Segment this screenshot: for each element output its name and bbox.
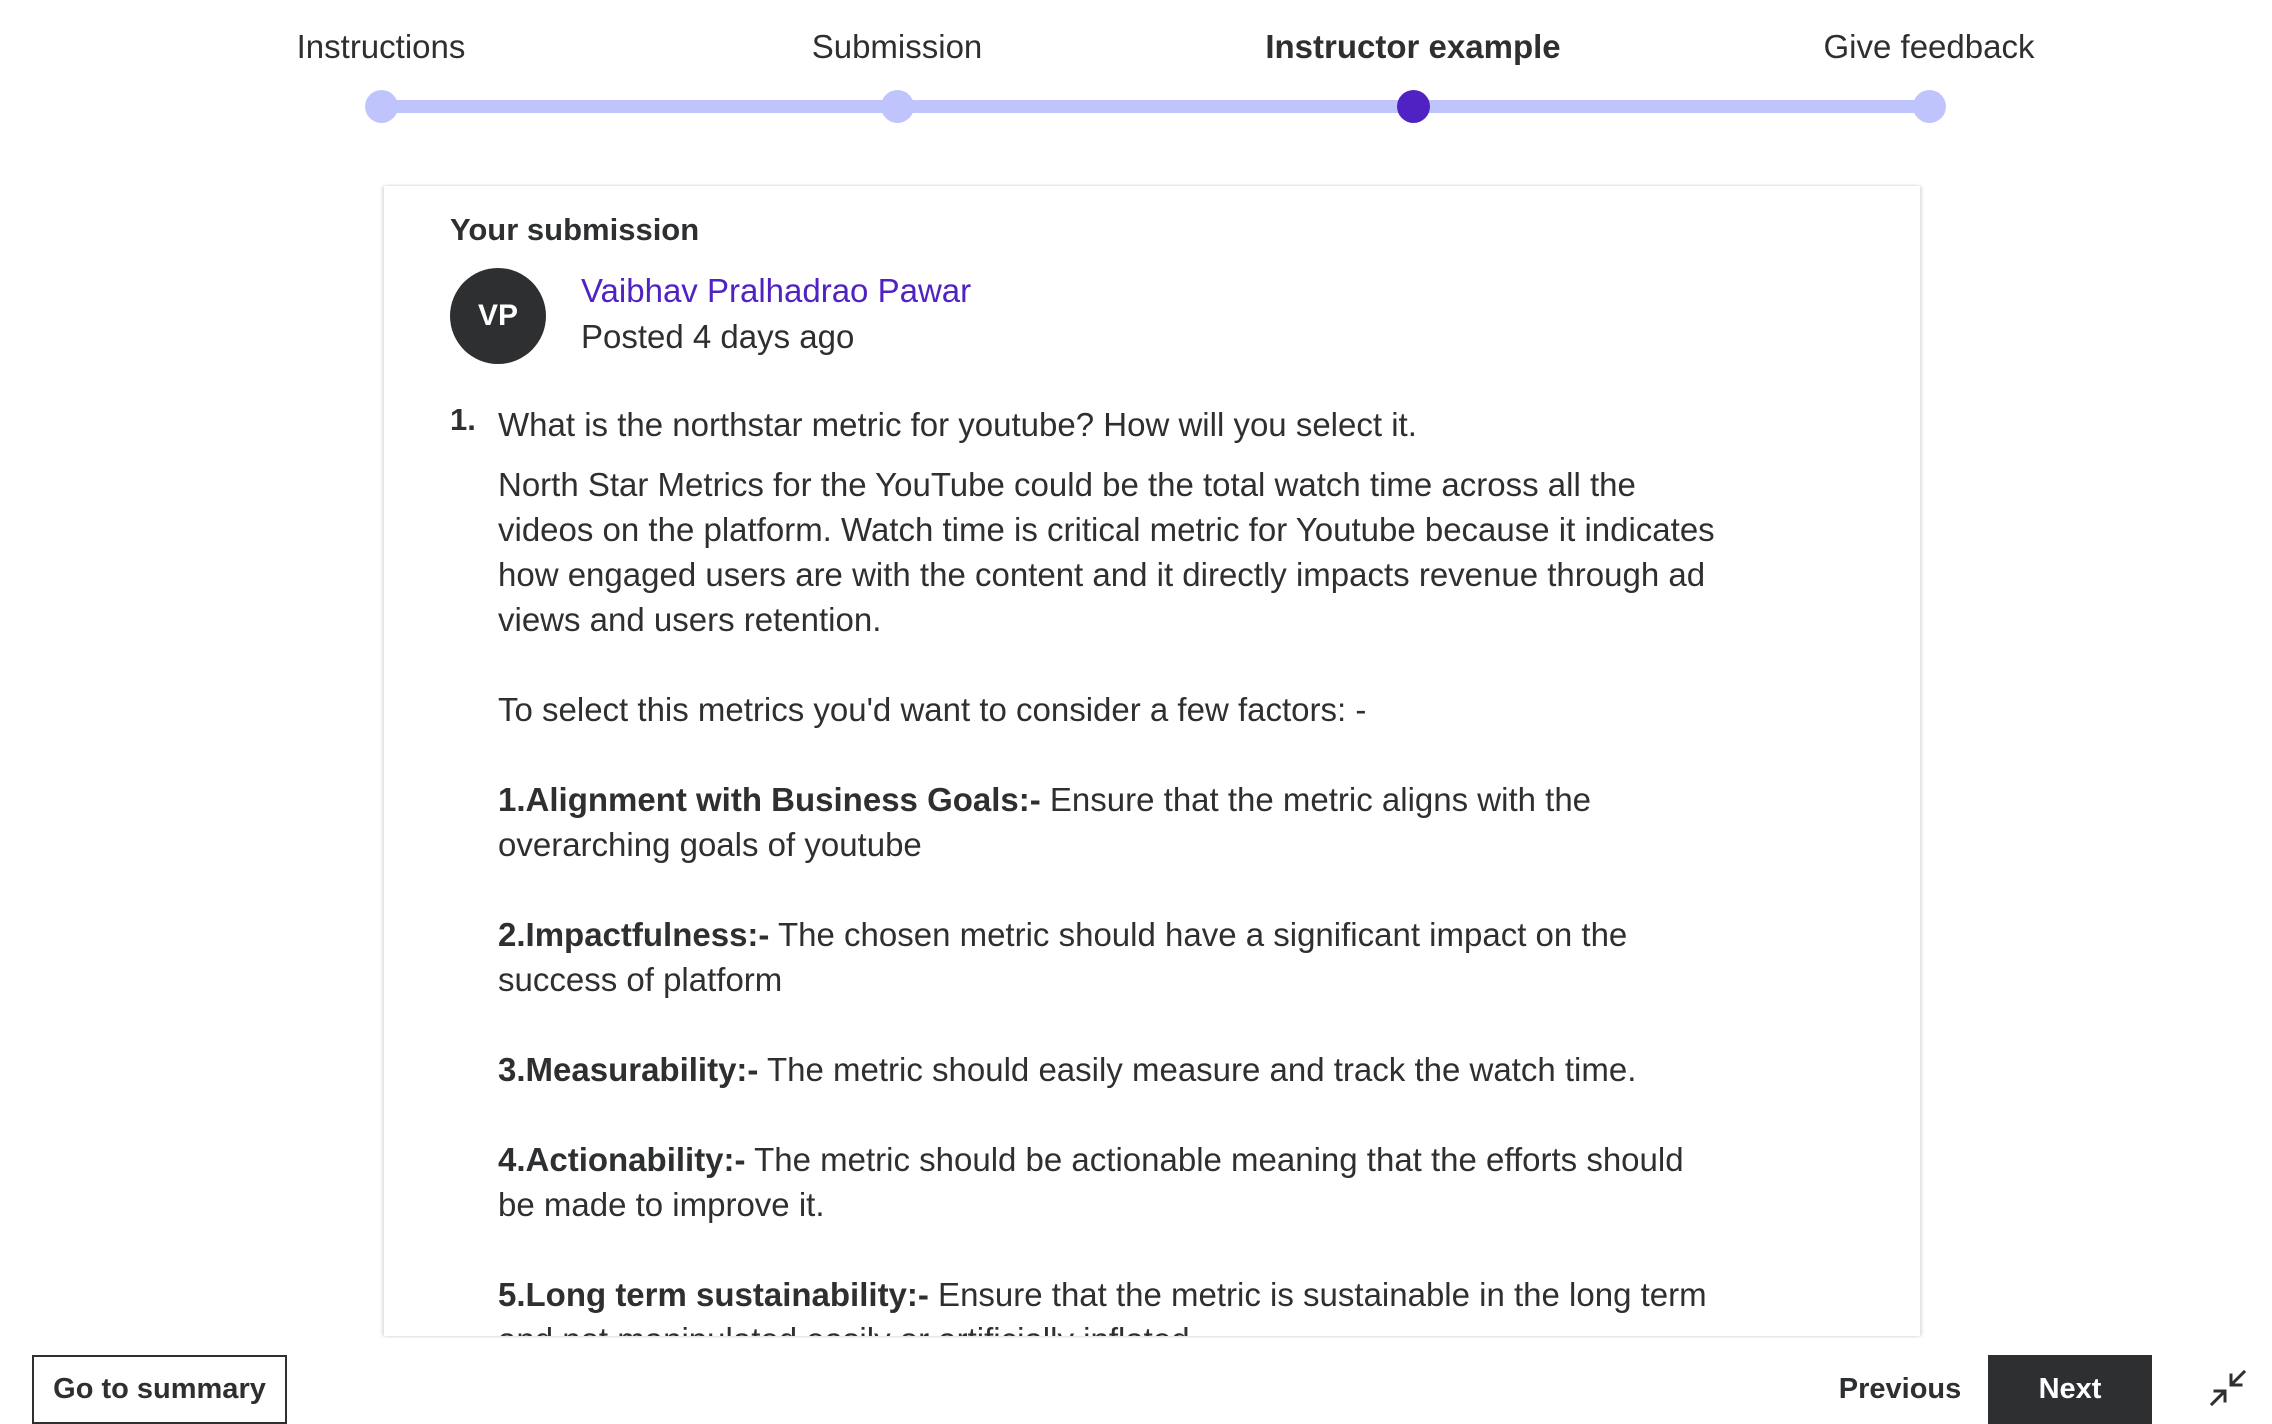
factor-title: 4.Actionability:- <box>498 1141 746 1178</box>
stepper-track <box>378 100 1920 113</box>
go-to-summary-button[interactable]: Go to summary <box>32 1355 287 1424</box>
collapse-arrows-icon <box>2209 1369 2247 1407</box>
collapse-button[interactable] <box>2204 1364 2252 1412</box>
avatar: VP <box>450 268 546 364</box>
answer-body: North Star Metrics for the YouTube could… <box>498 462 1718 1336</box>
factor-item: 3.Measurability:- The metric should easi… <box>498 1047 1718 1092</box>
submission-content: Your submission VP Vaibhav Pralhadrao Pa… <box>450 212 1715 1336</box>
factor-title: 3.Measurability:- <box>498 1051 759 1088</box>
peer-review-page: Instructions Submission Instructor examp… <box>0 0 2272 1424</box>
author-name-link[interactable]: Vaibhav Pralhadrao Pawar <box>581 272 971 310</box>
answer-intro: North Star Metrics for the YouTube could… <box>498 466 1715 638</box>
question-item: 1. What is the northstar metric for yout… <box>450 402 1710 447</box>
factor-item: 4.Actionability:- The metric should be a… <box>498 1137 1718 1227</box>
step-instructions-label[interactable]: Instructions <box>171 28 591 66</box>
section-title: Your submission <box>450 212 700 247</box>
author-block: VP Vaibhav Pralhadrao Pawar Posted 4 day… <box>450 268 1710 366</box>
step-instructor-example-label[interactable]: Instructor example <box>1203 28 1623 66</box>
next-button[interactable]: Next <box>1988 1355 2152 1424</box>
submission-card: Your submission VP Vaibhav Pralhadrao Pa… <box>384 186 1920 1336</box>
factor-item: 1.Alignment with Business Goals:- Ensure… <box>498 777 1718 867</box>
step-give-feedback-dot[interactable] <box>1913 90 1946 123</box>
question-text: What is the northstar metric for youtube… <box>498 406 1417 443</box>
factor-title: 1.Alignment with Business Goals:- <box>498 781 1041 818</box>
step-instructions-dot[interactable] <box>365 90 398 123</box>
answer-factors-intro: To select this metrics you'd want to con… <box>498 691 1367 728</box>
factor-text: The metric should easily measure and tra… <box>758 1051 1637 1088</box>
step-give-feedback-label[interactable]: Give feedback <box>1719 28 2139 66</box>
factor-item: 2.Impactfulness:- The chosen metric shou… <box>498 912 1718 1002</box>
question-number: 1. <box>450 402 476 437</box>
progress-stepper: Instructions Submission Instructor examp… <box>0 0 2272 160</box>
step-instructor-example-dot[interactable] <box>1397 90 1430 123</box>
previous-button[interactable]: Previous <box>1818 1355 1982 1424</box>
factor-title: 2.Impactfulness:- <box>498 916 770 953</box>
factor-item: 5.Long term sustainability:- Ensure that… <box>498 1272 1718 1336</box>
step-submission-label[interactable]: Submission <box>687 28 1107 66</box>
factor-title: 5.Long term sustainability:- <box>498 1276 929 1313</box>
step-submission-dot[interactable] <box>881 90 914 123</box>
posted-time: Posted 4 days ago <box>581 318 855 355</box>
